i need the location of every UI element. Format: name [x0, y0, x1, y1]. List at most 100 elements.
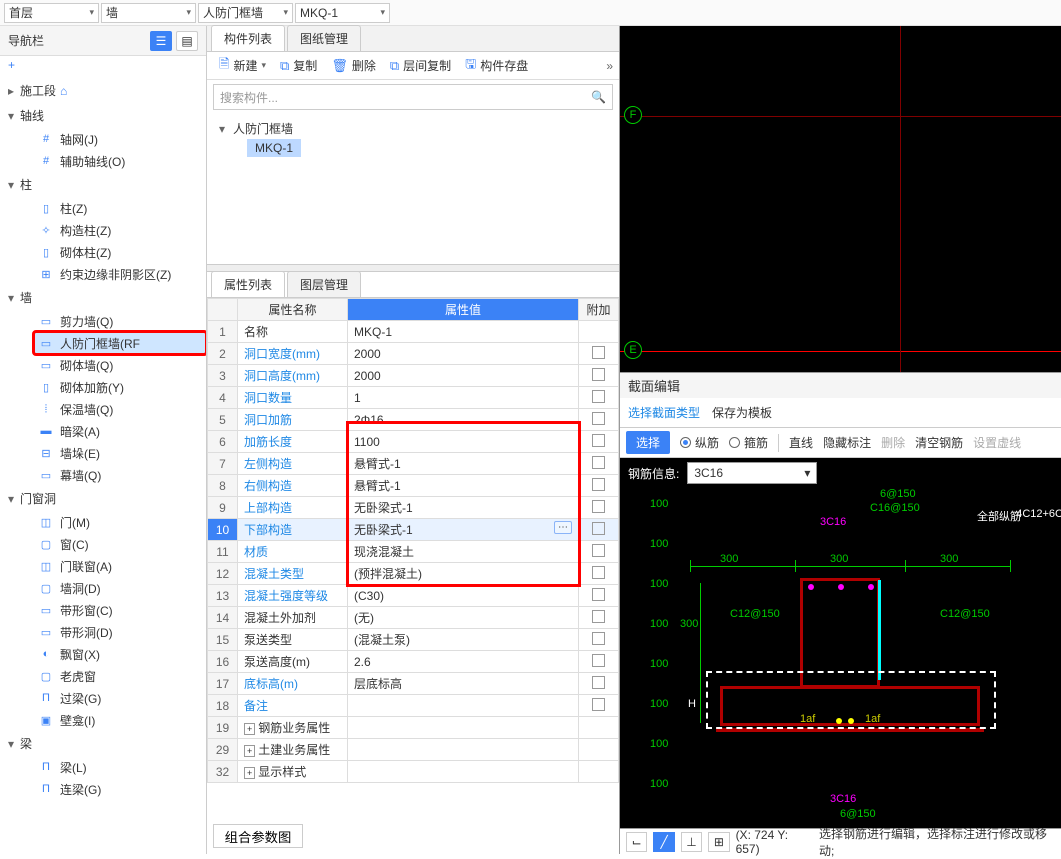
checkbox[interactable] — [592, 544, 605, 557]
property-row[interactable]: 3洞口高度(mm)2000 — [208, 365, 619, 387]
snap-ortho[interactable]: ╱ — [653, 832, 674, 852]
nav-item[interactable]: ▢墙洞(D) — [34, 577, 206, 599]
property-row[interactable]: 32+显示样式 — [208, 761, 619, 783]
nav-item[interactable]: ⦙保温墙(Q) — [34, 398, 206, 420]
nav-item[interactable]: ◐飘窗(X) — [34, 643, 206, 665]
nav-group[interactable]: ▾柱 — [0, 172, 206, 197]
select-section-type[interactable]: 选择截面类型 — [628, 404, 700, 421]
radio-hoop[interactable]: 箍筋 — [729, 434, 768, 451]
nav-item[interactable]: ▭幕墙(Q) — [34, 464, 206, 486]
snap-grid[interactable]: ⊞ — [708, 832, 729, 852]
nav-item[interactable]: ▣壁龛(I) — [34, 709, 206, 731]
toolbar-复制[interactable]: ⧉复制 — [274, 55, 323, 76]
property-row[interactable]: 5洞口加筋2Φ16 — [208, 409, 619, 431]
toolbar-more[interactable]: » — [606, 59, 613, 73]
nav-item[interactable]: Π过梁(G) — [34, 687, 206, 709]
checkbox[interactable] — [592, 654, 605, 667]
property-row[interactable]: 4洞口数量1 — [208, 387, 619, 409]
tab-drawing-mgmt[interactable]: 图纸管理 — [287, 25, 361, 51]
radio-longitudinal[interactable]: 纵筋 — [680, 434, 719, 451]
property-row[interactable]: 1名称MKQ-1 — [208, 321, 619, 343]
checkbox[interactable] — [592, 412, 605, 425]
tab-component-list[interactable]: 构件列表 — [211, 25, 285, 51]
nav-item[interactable]: ◫门(M) — [34, 511, 206, 533]
section-canvas[interactable]: 100 100 100 100 100 100 100 100 300 300 … — [620, 488, 1061, 828]
checkbox[interactable] — [592, 566, 605, 579]
nav-group[interactable]: ▾梁 — [0, 731, 206, 756]
plan-canvas[interactable]: F E — [620, 26, 1061, 372]
nav-item[interactable]: ▢老虎窗 — [34, 665, 206, 687]
nav-item[interactable]: ▭人防门框墙(RF — [34, 332, 206, 354]
checkbox[interactable] — [592, 390, 605, 403]
category-dropdown[interactable]: 墙▾ — [101, 3, 196, 23]
nav-item[interactable]: Π连梁(G) — [34, 778, 206, 800]
nav-item[interactable]: #辅助轴线(O) — [34, 150, 206, 172]
view-list-button[interactable]: ☰ — [150, 31, 172, 51]
tool-set-dash[interactable]: 设置虚线 — [973, 434, 1021, 451]
component-search[interactable]: 搜索构件... 🔍 — [213, 84, 613, 110]
checkbox[interactable] — [592, 698, 605, 711]
checkbox[interactable] — [592, 588, 605, 601]
tool-hide-annot[interactable]: 隐藏标注 — [823, 434, 871, 451]
checkbox[interactable] — [592, 478, 605, 491]
combo-param-button[interactable]: 组合参数图 — [213, 824, 303, 848]
nav-item[interactable]: ▭剪力墙(Q) — [34, 310, 206, 332]
floor-dropdown[interactable]: 首层▾ — [4, 3, 99, 23]
mode-select[interactable]: 选择 — [626, 431, 670, 454]
tab-property-list[interactable]: 属性列表 — [211, 271, 285, 297]
checkbox[interactable] — [592, 456, 605, 469]
nav-group[interactable]: ▾墙 — [0, 285, 206, 310]
nav-item[interactable]: ▯砌体加筋(Y) — [34, 376, 206, 398]
checkbox[interactable] — [592, 434, 605, 447]
tree-item-selected[interactable]: MKQ-1 — [247, 139, 301, 157]
property-row[interactable]: 15泵送类型(混凝土泵) — [208, 629, 619, 651]
property-row[interactable]: 29+土建业务属性 — [208, 739, 619, 761]
property-row[interactable]: 8右侧构造悬臂式-1 — [208, 475, 619, 497]
snap-perp[interactable]: ⊥ — [681, 832, 702, 852]
property-row[interactable]: 12混凝土类型(预拌混凝土) — [208, 563, 619, 585]
nav-group[interactable]: ▾轴线 — [0, 103, 206, 128]
save-as-template[interactable]: 保存为模板 — [712, 404, 772, 421]
tool-delete[interactable]: 删除 — [881, 434, 905, 451]
navigator-add[interactable]: + — [0, 56, 206, 78]
toolbar-构件存盘[interactable]: 🖫构件存盘 — [459, 53, 534, 79]
nav-item[interactable]: ⊟墙垛(E) — [34, 442, 206, 464]
nav-item[interactable]: #轴网(J) — [34, 128, 206, 150]
property-row[interactable]: 6加筋长度1100 — [208, 431, 619, 453]
property-row[interactable]: 19+钢筋业务属性 — [208, 717, 619, 739]
nav-item[interactable]: ▭带形窗(C) — [34, 599, 206, 621]
tool-clear-rebar[interactable]: 清空钢筋 — [915, 434, 963, 451]
property-row[interactable]: 13混凝土强度等级(C30) — [208, 585, 619, 607]
nav-item[interactable]: ▭带形洞(D) — [34, 621, 206, 643]
type-dropdown[interactable]: 人防门框墙▾ — [198, 3, 293, 23]
property-row[interactable]: 11材质现浇混凝土 — [208, 541, 619, 563]
rebar-info-dropdown[interactable]: 3C16▾ — [687, 462, 817, 484]
nav-item[interactable]: ▬暗梁(A) — [34, 420, 206, 442]
nav-group[interactable]: ▸施工段 ⌂ — [0, 78, 206, 103]
property-row[interactable]: 7左侧构造悬臂式-1 — [208, 453, 619, 475]
toolbar-删除[interactable]: 🗑删除 — [325, 55, 382, 76]
nav-item[interactable]: ▢窗(C) — [34, 533, 206, 555]
nav-item[interactable]: ⊞约束边缘非阴影区(Z) — [34, 263, 206, 285]
nav-group[interactable]: ▾门窗洞 — [0, 486, 206, 511]
nav-item[interactable]: ▯柱(Z) — [34, 197, 206, 219]
checkbox[interactable] — [592, 632, 605, 645]
view-grid-button[interactable]: ▤ — [176, 31, 198, 51]
checkbox[interactable] — [592, 368, 605, 381]
property-row[interactable]: 18备注 — [208, 695, 619, 717]
checkbox[interactable] — [592, 346, 605, 359]
checkbox[interactable] — [592, 500, 605, 513]
property-row[interactable]: 10下部构造无卧梁式-1⋯ — [208, 519, 619, 541]
nav-item[interactable]: ▯砌体柱(Z) — [34, 241, 206, 263]
nav-item[interactable]: Π梁(L) — [34, 756, 206, 778]
property-row[interactable]: 14混凝土外加剂(无) — [208, 607, 619, 629]
nav-item[interactable]: ◫门联窗(A) — [34, 555, 206, 577]
nav-item[interactable]: ▭砌体墙(Q) — [34, 354, 206, 376]
toolbar-层间复制[interactable]: ⧉层间复制 — [384, 55, 457, 76]
ellipsis-button[interactable]: ⋯ — [554, 521, 572, 534]
tab-layer-mgmt[interactable]: 图层管理 — [287, 271, 361, 297]
checkbox[interactable] — [592, 610, 605, 623]
nav-item[interactable]: ✧构造柱(Z) — [34, 219, 206, 241]
checkbox[interactable] — [592, 522, 605, 535]
snap-endpoint[interactable]: ⌙ — [626, 832, 647, 852]
